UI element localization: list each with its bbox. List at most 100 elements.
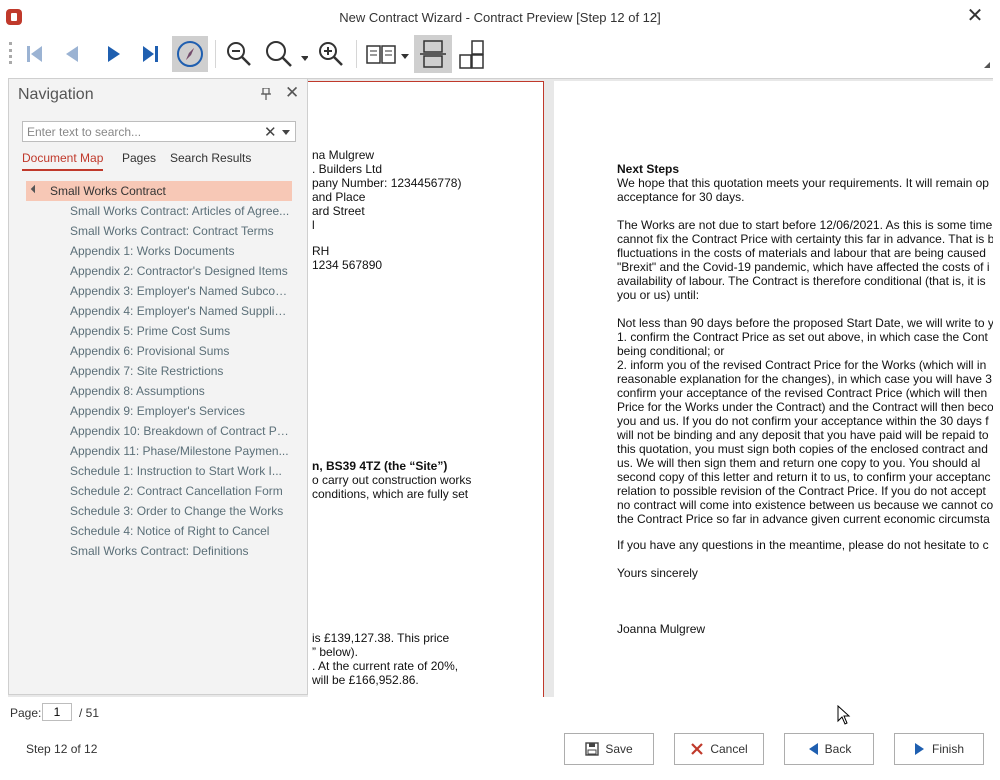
cancel-button[interactable]: Cancel	[674, 733, 764, 765]
document-page-1: na Mulgrew . Builders Ltd pany Number: 1…	[308, 81, 544, 697]
finish-button[interactable]: Finish	[894, 733, 984, 765]
page2-line: 1. confirm the Contract Price as set out…	[617, 330, 988, 344]
search-box[interactable]: ✕	[22, 121, 296, 142]
search-input[interactable]	[27, 124, 257, 139]
page1-line: pany Number: 1234456778)	[312, 176, 462, 190]
tab-pages[interactable]: Pages	[122, 151, 156, 165]
page2-line: cannot fix the Contract Price with certa…	[617, 232, 993, 246]
page-total: / 51	[79, 706, 100, 720]
navigation-title: Navigation	[18, 86, 94, 103]
page2-line: you or us) until:	[617, 288, 700, 302]
previous-page-icon	[66, 46, 78, 62]
zoom-out-button[interactable]	[221, 36, 257, 72]
page1-line: l	[312, 218, 315, 232]
tree-item[interactable]: Appendix 3: Employer's Named Subcon...	[70, 284, 290, 298]
page1-line: conditions, which are fully set	[312, 487, 469, 501]
document-page-2: Next Steps We hope that this quotation m…	[554, 81, 993, 697]
page2-line: If you have any questions in the meantim…	[617, 538, 989, 552]
tree-item[interactable]: Appendix 9: Employer's Services	[70, 404, 290, 418]
page-view-icon	[366, 45, 409, 64]
toolbar-grip[interactable]	[9, 42, 12, 64]
tree-item[interactable]: Appendix 11: Phase/Milestone Paymen...	[70, 444, 290, 458]
zoom-icon	[266, 41, 308, 67]
finish-label: Finish	[931, 742, 964, 756]
page2-line: being conditional; or	[617, 344, 725, 358]
window-close-button[interactable]: ✕	[964, 5, 986, 29]
signature-name: Joanna Mulgrew	[617, 622, 706, 636]
next-page-icon	[108, 46, 120, 62]
page1-line: and Place	[312, 190, 366, 204]
tree-item[interactable]: Appendix 1: Works Documents	[70, 244, 290, 258]
multi-page-icon	[459, 40, 484, 69]
page2-line: Not less than 90 days before the propose…	[617, 316, 993, 330]
last-page-icon	[143, 46, 158, 62]
toolbar-overflow-icon[interactable]	[984, 62, 990, 68]
navigation-pane: Navigation ✕ ✕ Document Map Pages Search…	[8, 78, 308, 695]
page2-line: the Contract Price so far in advance giv…	[617, 512, 990, 526]
tree-item[interactable]: Appendix 8: Assumptions	[70, 384, 290, 398]
zoom-in-button[interactable]	[313, 36, 349, 72]
window-title: New Contract Wizard - Contract Preview […	[339, 10, 661, 25]
tree-item[interactable]: Small Works Contract: Definitions	[70, 544, 290, 558]
single-page-button[interactable]	[414, 35, 452, 73]
tree-item[interactable]: Schedule 4: Notice of Right to Cancel	[70, 524, 290, 538]
step-indicator: Step 12 of 12	[26, 742, 98, 756]
tree-item[interactable]: Small Works Contract: Contract Terms	[70, 224, 290, 238]
zoom-out-icon	[227, 42, 251, 66]
tree-item[interactable]: Appendix 2: Contractor's Designed Items	[70, 264, 290, 278]
navigation-close-button[interactable]: ✕	[285, 83, 299, 103]
tree-item[interactable]: Schedule 1: Instruction to Start Work I.…	[70, 464, 290, 478]
page1-line: n, BS39 4TZ (the “Site”)	[312, 459, 448, 473]
pin-icon[interactable]	[261, 88, 271, 100]
tree-item[interactable]: Schedule 2: Contract Cancellation Form	[70, 484, 290, 498]
tree-item[interactable]: Appendix 10: Breakdown of Contract Pr...	[70, 424, 290, 438]
first-page-icon	[27, 46, 42, 62]
tree-item[interactable]: Appendix 6: Provisional Sums	[70, 344, 290, 358]
next-page-button[interactable]	[96, 36, 132, 72]
search-options-dropdown-icon[interactable]	[282, 130, 290, 135]
tree-item[interactable]: Appendix 4: Employer's Named Suppliers	[70, 304, 290, 318]
last-page-button[interactable]	[133, 36, 169, 72]
page-view-dropdown-button[interactable]	[362, 36, 412, 72]
toolbar-separator	[215, 40, 216, 68]
previous-page-button[interactable]	[54, 36, 90, 72]
page1-line: . At the current rate of 20%,	[312, 659, 459, 673]
tree-item[interactable]: Small Works Contract: Articles of Agree.…	[70, 204, 290, 218]
page2-line: this quotation, you must sign both copie…	[617, 442, 988, 456]
tree-item[interactable]: Schedule 3: Order to Change the Works	[70, 504, 290, 518]
expand-collapse-icon[interactable]	[30, 184, 40, 194]
zoom-dropdown-button[interactable]	[260, 36, 312, 72]
page2-line: The Works are not due to start before 12…	[617, 218, 993, 232]
back-label: Back	[824, 742, 852, 756]
navigation-pane-button[interactable]	[172, 36, 208, 72]
page2-line: acceptance for 30 days.	[617, 190, 745, 204]
page2-line: will not be binding and any deposit that…	[617, 428, 989, 442]
tree-item[interactable]: Appendix 7: Site Restrictions	[70, 364, 290, 378]
page2-line: second copy of this letter and return it…	[617, 470, 991, 484]
clear-search-icon[interactable]: ✕	[264, 123, 277, 141]
back-button[interactable]: Back	[784, 733, 874, 765]
save-label: Save	[605, 742, 633, 756]
toolbar-separator	[356, 40, 357, 68]
title-bar: New Contract Wizard - Contract Preview […	[0, 0, 1000, 34]
page2-line: fluctuations in the costs of materials a…	[617, 246, 986, 260]
tree-root-node[interactable]: Small Works Contract	[26, 181, 292, 201]
page1-line: RH	[312, 244, 330, 258]
page1-line: . Builders Ltd	[312, 162, 383, 176]
page1-line: will be £166,952.86.	[312, 673, 419, 687]
tree-item[interactable]: Appendix 5: Prime Cost Sums	[70, 324, 290, 338]
toolbar	[0, 34, 1000, 74]
tab-document-map[interactable]: Document Map	[22, 151, 104, 171]
navigation-pane-icon	[177, 41, 203, 67]
closing-line: Yours sincerely	[617, 566, 698, 580]
page1-line: 1234 567890	[312, 258, 383, 272]
multi-page-button[interactable]	[454, 36, 490, 72]
page-number-input[interactable]	[42, 703, 72, 721]
single-page-icon	[420, 40, 446, 68]
page1-line: ” below).	[312, 645, 359, 659]
tab-search-results[interactable]: Search Results	[170, 151, 251, 165]
page2-line: availability of labour. The Contract is …	[617, 274, 986, 288]
page2-line: you and us. If you do not confirm your a…	[617, 414, 989, 428]
first-page-button[interactable]	[17, 36, 53, 72]
save-button[interactable]: Save	[564, 733, 654, 765]
